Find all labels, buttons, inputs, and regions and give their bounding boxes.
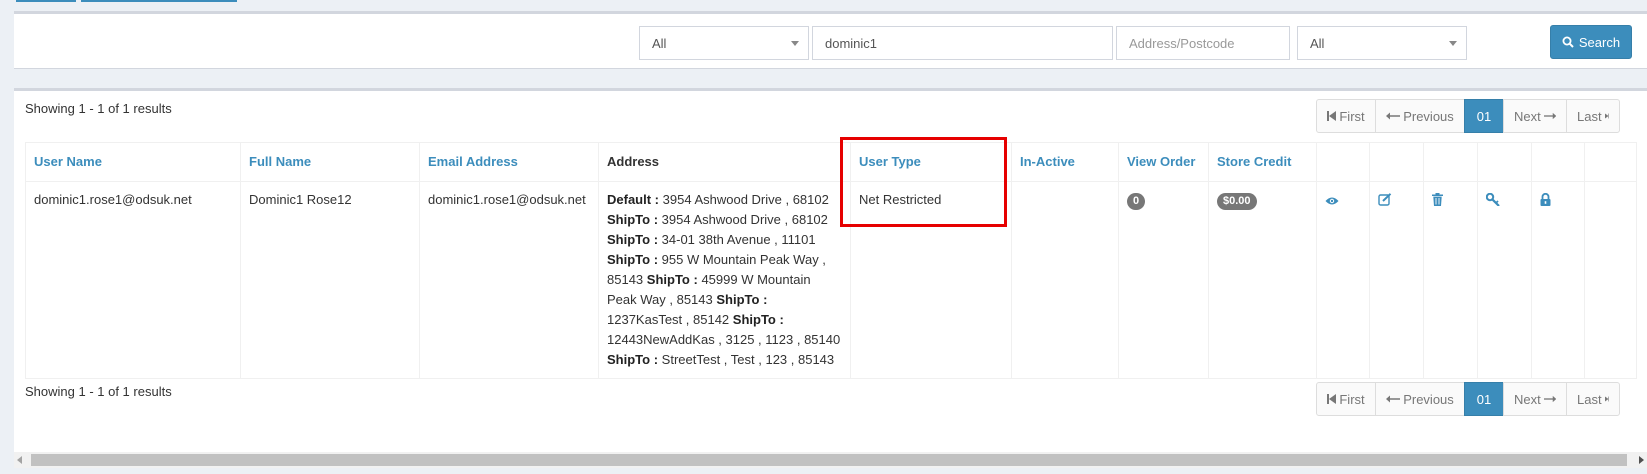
filter-panel: All dominic1 Address/Postcode All Search [14,11,1647,69]
top-tab[interactable] [81,0,237,2]
cell-user-name: dominic1.rose1@odsuk.net [25,181,241,379]
cell-store-credit: $0.00 [1208,181,1317,379]
pagination-next[interactable]: Next [1503,382,1567,416]
header-view-order[interactable]: View Order [1118,142,1209,182]
cell-address: Default : 3954 Ashwood Drive , 68102 Shi… [598,181,851,379]
header-user-name[interactable]: User Name [25,142,241,182]
table-header-row: User Name Full Name Email Address Addres… [25,142,1637,182]
search-input[interactable]: dominic1 [812,26,1113,60]
pagination-previous[interactable]: Previous [1375,382,1465,416]
pagination-previous[interactable]: Previous [1375,99,1465,133]
step-forward-icon [1604,113,1609,119]
pagination-top: First Previous 01 Next Last [1316,99,1620,133]
address-postcode-input[interactable]: Address/Postcode [1116,26,1290,60]
cell-action-edit [1369,181,1424,379]
pagination-current-page[interactable]: 01 [1464,382,1504,416]
pagination-last[interactable]: Last [1566,382,1620,416]
key-icon[interactable] [1485,192,1500,212]
search-input-value: dominic1 [825,35,878,51]
arrow-right-icon [1543,112,1556,120]
pagination-current-page[interactable]: 01 [1464,99,1504,133]
type-select-value: All [652,35,667,51]
scroll-right-icon[interactable] [1639,456,1644,464]
cell-action-delete [1423,181,1478,379]
cell-in-active [1011,181,1119,379]
header-action [1423,142,1478,182]
step-forward-icon [1604,396,1609,402]
type-select[interactable]: All [639,26,809,60]
address-value: 3954 Ashwood Drive , 68102 [661,212,828,227]
header-address: Address [598,142,851,182]
cell-action-key [1477,181,1532,379]
results-count-top: Showing 1 - 1 of 1 results [25,101,172,116]
address-label: ShipTo : [607,232,659,247]
cell-user-type: Net Restricted [850,181,1012,379]
pagination-next[interactable]: Next [1503,99,1567,133]
search-icon [1562,36,1574,48]
pagination-bottom: First Previous 01 Next Last [1316,382,1620,416]
horizontal-scrollbar[interactable] [14,452,1647,468]
header-action [1531,142,1585,182]
cell-action-empty [1584,181,1637,379]
status-select-value: All [1310,35,1325,51]
address-label: ShipTo : [646,272,698,287]
header-user-type[interactable]: User Type [850,142,1012,182]
arrow-left-icon [1386,395,1401,403]
trash-icon[interactable] [1432,192,1443,212]
users-table: User Name Full Name Email Address Addres… [25,142,1637,379]
pagination-first[interactable]: First [1316,382,1376,416]
cell-email: dominic1.rose1@odsuk.net [419,181,599,379]
pagination-last[interactable]: Last [1566,99,1620,133]
header-action [1584,142,1637,182]
address-value: 3954 Ashwood Drive , 68102 [662,192,829,207]
header-in-active[interactable]: In-Active [1011,142,1119,182]
cell-action-view [1316,181,1370,379]
table-row: dominic1.rose1@odsuk.net Dominic1 Rose12… [25,181,1637,379]
address-label: ShipTo : [732,312,784,327]
chevron-down-icon [1449,41,1457,46]
top-tab[interactable] [16,0,76,2]
status-select[interactable]: All [1297,26,1467,60]
address-value: 1237KasTest , 85142 [607,312,730,327]
results-panel: Showing 1 - 1 of 1 results First Previou… [14,88,1647,464]
store-credit-badge[interactable]: $0.00 [1217,193,1257,210]
step-backward-icon [1327,111,1337,121]
address-value: 34-01 38th Avenue , 11101 [661,232,816,247]
arrow-left-icon [1386,112,1401,120]
view-order-badge[interactable]: 0 [1127,193,1146,210]
results-count-bottom: Showing 1 - 1 of 1 results [25,384,172,399]
chevron-down-icon [791,41,799,46]
address-label: ShipTo : [716,292,768,307]
cell-action-lock [1531,181,1585,379]
step-backward-icon [1327,394,1337,404]
header-email-address[interactable]: Email Address [419,142,599,182]
header-action [1477,142,1532,182]
scroll-left-icon[interactable] [17,456,22,464]
address-label: Default : [607,192,659,207]
scrollbar-thumb[interactable] [31,454,1627,466]
header-action [1316,142,1370,182]
address-label: ShipTo : [607,252,659,267]
header-full-name[interactable]: Full Name [240,142,420,182]
pagination-first[interactable]: First [1316,99,1376,133]
header-action [1369,142,1424,182]
address-label: ShipTo : [607,352,659,367]
address-value: StreetTest , Test , 123 , 85143 [661,352,835,367]
cell-view-order: 0 [1118,181,1209,379]
search-button-label: Search [1578,34,1621,50]
address-value: 12443NewAddKas , 3125 , 1123 , 85140 [607,332,841,347]
eye-icon[interactable] [1325,192,1339,212]
edit-icon[interactable] [1378,192,1392,212]
cell-full-name: Dominic1 Rose12 [240,181,420,379]
search-button[interactable]: Search [1550,25,1632,59]
arrow-right-icon [1543,395,1556,403]
lock-icon[interactable] [1540,192,1551,212]
address-postcode-placeholder: Address/Postcode [1129,35,1235,51]
address-label: ShipTo : [607,212,659,227]
header-store-credit[interactable]: Store Credit [1208,142,1317,182]
